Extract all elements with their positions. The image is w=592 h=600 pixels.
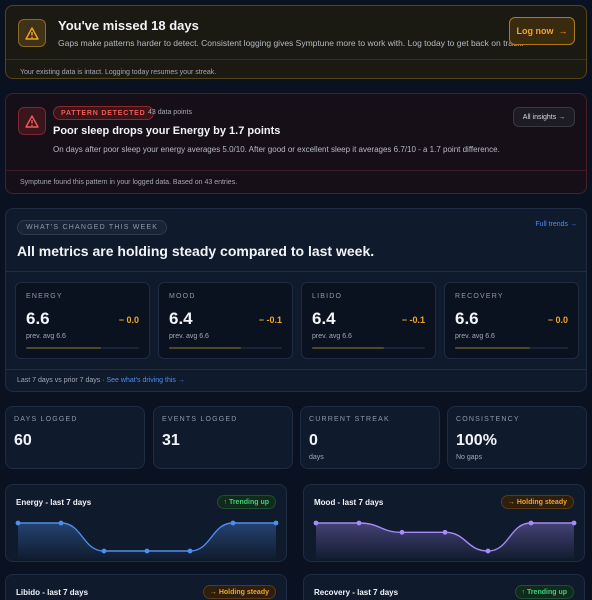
metric-delta: − -0.1 xyxy=(258,315,282,325)
full-trends-link[interactable]: Full trends → xyxy=(535,221,577,228)
arrow-right-icon: → xyxy=(558,26,568,36)
trend-title: Energy - last 7 days xyxy=(16,498,92,507)
metric-bar-fill xyxy=(169,347,242,349)
divider xyxy=(6,369,586,370)
trend-point xyxy=(58,520,64,526)
trend-point xyxy=(313,520,319,526)
stat-label: CONSISTENCY xyxy=(456,416,520,423)
trend-point xyxy=(485,548,491,554)
see-drivers-link[interactable]: See what's driving this → xyxy=(106,377,184,384)
metric-value: 6.4 xyxy=(169,309,193,328)
alert-message: Gaps make patterns harder to detect. Con… xyxy=(58,38,524,48)
metric-bar xyxy=(455,347,568,349)
metric-delta: − 0.0 xyxy=(547,315,568,325)
log-now-label: Log now xyxy=(516,26,554,36)
trend-point xyxy=(144,548,150,554)
stat-value: 100% xyxy=(456,432,497,449)
trend-point xyxy=(528,520,534,526)
trend-point xyxy=(230,520,236,526)
metric-previous: prev. avg 6.6 xyxy=(169,333,209,340)
trend-point xyxy=(187,548,193,554)
changes-footer: Last 7 days vs prior 7 days · See what's… xyxy=(17,377,185,384)
changes-headline: All metrics are holding steady compared … xyxy=(17,243,375,259)
alert-footer: Your existing data is intact. Logging to… xyxy=(20,69,217,76)
metric-card-libido[interactable]: LIBIDO 6.4 − -0.1 prev. avg 6.6 xyxy=(301,282,436,359)
trend-point xyxy=(356,520,362,526)
alert-title: You've missed 18 days xyxy=(58,18,199,33)
metric-previous: prev. avg 6.6 xyxy=(312,333,352,340)
metric-label: LIBIDO xyxy=(312,293,343,300)
stat-days-logged: DAYS LOGGED 60 xyxy=(5,406,145,469)
metric-value: 6.6 xyxy=(455,309,479,328)
stat-label: DAYS LOGGED xyxy=(14,416,78,423)
pattern-badge: PATTERN DETECTED xyxy=(53,106,154,120)
stat-current-streak: CURRENT STREAK 0 days xyxy=(300,406,440,469)
metric-card-mood[interactable]: MOOD 6.4 − -0.1 prev. avg 6.6 xyxy=(158,282,293,359)
trend-title: Recovery - last 7 days xyxy=(314,588,399,597)
divider xyxy=(6,271,586,272)
trend-point xyxy=(101,548,107,554)
recovery-trend-card[interactable]: Recovery - last 7 days ↑ Trending up xyxy=(303,574,585,600)
metric-previous: prev. avg 6.6 xyxy=(26,333,66,340)
section-kicker: WHAT'S CHANGED THIS WEEK xyxy=(17,220,168,235)
metric-delta: − -0.1 xyxy=(401,315,425,325)
comparison-note: Last 7 days vs prior 7 days · xyxy=(17,377,107,384)
metric-card-energy[interactable]: ENERGY 6.6 − 0.0 prev. avg 6.6 xyxy=(15,282,150,359)
metric-label: MOOD xyxy=(169,293,196,300)
stat-label: CURRENT STREAK xyxy=(309,416,390,423)
trend-point xyxy=(571,520,577,526)
weekly-changes-card: WHAT'S CHANGED THIS WEEK Full trends → A… xyxy=(5,208,587,392)
libido-trend-card[interactable]: Libido - last 7 days → Holding steady xyxy=(5,574,287,600)
trend-badge: → Holding steady xyxy=(202,585,276,599)
metric-bar xyxy=(312,347,425,349)
metric-bar-fill xyxy=(455,347,530,349)
all-insights-button[interactable]: All insights → xyxy=(513,107,575,127)
energy-trend-card[interactable]: Energy - last 7 days ↑ Trending up xyxy=(5,484,287,562)
metric-delta: − 0.0 xyxy=(118,315,139,325)
trend-point xyxy=(442,529,448,535)
stat-value: 31 xyxy=(162,432,180,449)
trend-area xyxy=(316,523,574,559)
stat-sub: days xyxy=(309,454,324,461)
metric-bar-fill xyxy=(312,347,385,349)
pattern-footer: Symptune found this pattern in your logg… xyxy=(20,179,238,186)
metric-bar xyxy=(26,347,139,349)
stat-sub: No gaps xyxy=(456,454,483,461)
warning-icon xyxy=(18,19,46,47)
metric-bar-fill xyxy=(26,347,101,349)
trend-point xyxy=(399,529,405,535)
metric-label: RECOVERY xyxy=(455,293,504,300)
divider xyxy=(6,170,586,171)
metric-bar xyxy=(169,347,282,349)
metric-value: 6.6 xyxy=(26,309,50,328)
data-points-count: 43 data points xyxy=(148,109,192,116)
trend-badge: ↑ Trending up xyxy=(216,495,276,509)
trend-area xyxy=(18,523,276,559)
metric-card-recovery[interactable]: RECOVERY 6.6 − 0.0 prev. avg 6.6 xyxy=(444,282,579,359)
pattern-title: Poor sleep drops your Energy by 1.7 poin… xyxy=(53,125,281,137)
divider xyxy=(6,59,586,60)
metric-label: ENERGY xyxy=(26,293,63,300)
trend-badge: → Holding steady xyxy=(500,495,574,509)
trend-badge: ↑ Trending up xyxy=(514,585,574,599)
stat-consistency: CONSISTENCY 100% No gaps xyxy=(447,406,587,469)
warning-icon xyxy=(18,107,46,135)
metric-value: 6.4 xyxy=(312,309,336,328)
trend-title: Mood - last 7 days xyxy=(314,498,384,507)
trend-point xyxy=(273,520,279,526)
metric-previous: prev. avg 6.6 xyxy=(455,333,495,340)
mood-trend-card[interactable]: Mood - last 7 days → Holding steady xyxy=(303,484,585,562)
stat-events-logged: EVENTS LOGGED 31 xyxy=(153,406,293,469)
stat-value: 60 xyxy=(14,432,32,449)
trend-title: Libido - last 7 days xyxy=(16,588,89,597)
stat-label: EVENTS LOGGED xyxy=(162,416,238,423)
log-now-button[interactable]: Log now → xyxy=(509,17,575,45)
pattern-description: On days after poor sleep your energy ave… xyxy=(53,145,500,154)
pattern-card: PATTERN DETECTED 43 data points Poor sle… xyxy=(5,93,587,194)
stat-value: 0 xyxy=(309,432,318,449)
missed-days-alert: You've missed 18 days Gaps make patterns… xyxy=(5,5,587,79)
trend-point xyxy=(15,520,21,526)
